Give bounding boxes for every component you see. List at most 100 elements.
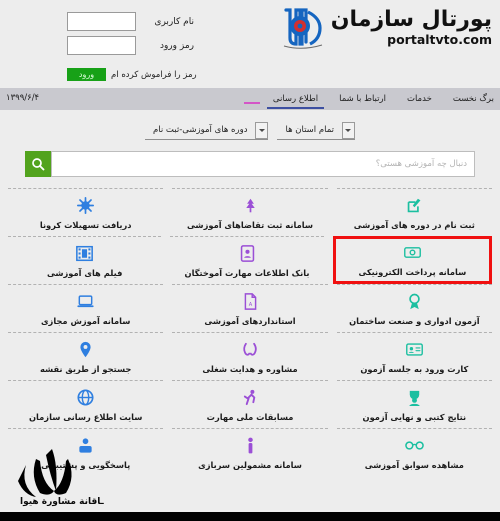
province-select[interactable]: تمام استان ها (277, 122, 355, 140)
laptop-icon (77, 292, 94, 311)
tile-periodic-exam[interactable]: آزمون ادواری و صنعت ساختمان (336, 284, 492, 332)
virus-icon (77, 196, 95, 215)
tile-organization-website[interactable]: سایت اطلاع رسانی سازمان (8, 380, 164, 428)
portal-page: پورتال سازمان portaltvto.com نام کاربری (0, 0, 500, 521)
services-row: نتایج کتبی و نهایی آزمون مسابقات ملی مها… (8, 380, 492, 428)
tile-skill-graduates-bank[interactable]: بانک اطلاعات مهارت آموختگان (170, 236, 324, 284)
course-type-select-value: دوره های آموزشی-ثبت نام (153, 125, 248, 135)
services-row: سامانه پرداخت الکترونیکی بانک اطلاعات مه… (8, 236, 492, 284)
logo-title: پورتال سازمان (330, 7, 493, 33)
forgot-password-link[interactable]: رمز را فراموش کرده ام (111, 70, 197, 80)
tile-label: فیلم های آموزشی (46, 268, 123, 278)
banknote-icon (403, 243, 421, 262)
tile-label: استانداردهای آموزشی (204, 316, 296, 326)
tile-virtual-learning[interactable]: سامانه آموزش مجازی (8, 284, 164, 332)
tvto-organization-emblem (280, 6, 326, 50)
tile-label: سایت اطلاع رسانی سازمان (28, 412, 143, 422)
tile-label: سامانه ثبت تقاضاهای آموزشی (187, 220, 313, 230)
support-agent-icon (77, 436, 94, 455)
watermark-text: ـاقانة مشاورة هیوا (20, 497, 104, 507)
province-select-value: تمام استان ها (285, 125, 334, 135)
tile-training-history[interactable]: مشاهده سوابق آموزشی (336, 428, 492, 476)
tile-label: بانک اطلاعات مهارت آموختگان (184, 268, 310, 278)
login-form: نام کاربری رمز ورود رمز را فراموش کرده ا… (0, 0, 250, 88)
film-icon (76, 244, 94, 263)
svg-text:A: A (248, 302, 252, 308)
tile-exam-entry-card[interactable]: کارت ورود به جلسه آزمون (336, 332, 492, 380)
tile-military-service[interactable]: سامانه مشمولین سربازی (172, 428, 328, 476)
chevron-down-icon (341, 122, 355, 139)
tile-map-search[interactable]: جستجو از طریق نقشه (8, 332, 164, 380)
person-result-icon (406, 388, 423, 407)
search-wrap: دنبال چه آموزشی هستی؟ (25, 151, 475, 177)
nav-item-contact[interactable]: ارتباط با شما (337, 90, 388, 109)
tile-label: کارت ورود به جلسه آزمون (360, 364, 469, 374)
tile-training-videos[interactable]: فیلم های آموزشی (8, 236, 162, 284)
course-type-select[interactable]: دوره های آموزشی-ثبت نام (145, 122, 269, 140)
tile-label: مشاوره و هدایت شغلی (202, 364, 298, 374)
page-header: پورتال سازمان portaltvto.com نام کاربری (0, 0, 500, 88)
login-actions: رمز را فراموش کرده ام ورود (67, 68, 197, 81)
search-input[interactable]: دنبال چه آموزشی هستی؟ (51, 151, 475, 177)
tile-training-requests[interactable]: سامانه ثبت تقاضاهای آموزشی (172, 188, 328, 236)
tile-label: جستجو از طریق نقشه (39, 364, 132, 374)
nav-item-extra[interactable] (243, 95, 260, 104)
tile-exam-results[interactable]: نتایج کتبی و نهایی آزمون (336, 380, 492, 428)
id-badge-icon (239, 244, 256, 263)
main-navigation: برگ نخست خدمات ارتباط با شما اطلاع رسانی… (0, 88, 500, 110)
globe-icon (77, 388, 94, 407)
username-row: نام کاربری (67, 12, 194, 31)
password-input[interactable] (67, 36, 136, 55)
login-submit-button[interactable]: ورود (67, 68, 106, 81)
password-row: رمز ورود (67, 36, 194, 55)
tile-training-standards[interactable]: A استانداردهای آموزشی (172, 284, 328, 332)
tile-label: پاسخگویی و پشتیبانی (41, 460, 131, 470)
search-bar: دنبال چه آموزشی هستی؟ (0, 151, 500, 177)
nav-items: برگ نخست خدمات ارتباط با شما اطلاع رسانی (243, 90, 496, 109)
map-pin-icon (77, 340, 94, 359)
site-logo[interactable]: پورتال سازمان portaltvto.com (280, 6, 493, 50)
services-grid: ثبت نام در دوره های آموزشی سامانه ثبت تق… (0, 188, 500, 476)
username-label: نام کاربری (154, 16, 194, 27)
tile-label: مسابقات ملی مهارت (206, 412, 294, 422)
filter-bar: تمام استان ها دوره های آموزشی-ثبت نام (0, 110, 500, 140)
tile-support[interactable]: پاسخگویی و پشتیبانی (8, 428, 164, 476)
search-icon (32, 158, 45, 171)
tile-registration[interactable]: ثبت نام در دوره های آموزشی (336, 188, 492, 236)
edit-square-icon (406, 196, 423, 215)
nav-item-home[interactable]: برگ نخست (451, 90, 496, 109)
id-card-icon (405, 340, 423, 359)
services-row: ثبت نام در دوره های آموزشی سامانه ثبت تق… (8, 188, 492, 236)
tile-label: مشاهده سوابق آموزشی (364, 460, 464, 470)
tile-label: ثبت نام در دوره های آموزشی (353, 220, 475, 230)
bottom-bar (0, 512, 500, 521)
nav-item-services[interactable]: خدمات (405, 90, 434, 109)
glasses-icon (405, 436, 424, 455)
tree-icon (242, 196, 259, 215)
pdf-file-icon: A (242, 292, 259, 311)
tile-label: سامانه پرداخت الکترونیکی (358, 267, 467, 277)
tile-label: سامانه مشمولین سربازی (198, 460, 302, 470)
logo-subtitle: portaltvto.com (387, 32, 492, 48)
tile-skill-competitions[interactable]: مسابقات ملی مهارت (172, 380, 328, 428)
services-row: آزمون ادواری و صنعت ساختمان A استاندارده… (8, 284, 492, 332)
medal-icon (406, 292, 423, 311)
chevron-down-icon (255, 122, 269, 139)
tile-label: نتایج کتبی و نهایی آزمون (362, 412, 467, 422)
tile-label: سامانه آموزش مجازی (40, 316, 131, 326)
tile-corona-facilities[interactable]: دریافت تسهیلات کرونا (8, 188, 164, 236)
tile-electronic-payment[interactable]: سامانه پرداخت الکترونیکی (332, 236, 492, 284)
username-input[interactable] (67, 12, 136, 31)
tile-career-counselling[interactable]: مشاوره و هدایت شغلی (172, 332, 328, 380)
logo-text: پورتال سازمان portaltvto.com (330, 7, 493, 48)
password-label: رمز ورود (159, 40, 194, 51)
services-row: مشاهده سوابق آموزشی سامانه مشمولین سرباز… (8, 428, 492, 476)
nav-item-news[interactable]: اطلاع رسانی (266, 90, 325, 109)
athlete-icon (242, 388, 259, 407)
current-date: ۱۳۹۹/۶/۴ (6, 93, 40, 103)
search-button[interactable] (25, 151, 51, 177)
services-row: کارت ورود به جلسه آزمون مشاوره و هدایت ش… (8, 332, 492, 380)
tile-label: دریافت تسهیلات کرونا (39, 220, 132, 230)
helping-hands-icon (241, 340, 259, 359)
soldier-icon (242, 436, 259, 455)
